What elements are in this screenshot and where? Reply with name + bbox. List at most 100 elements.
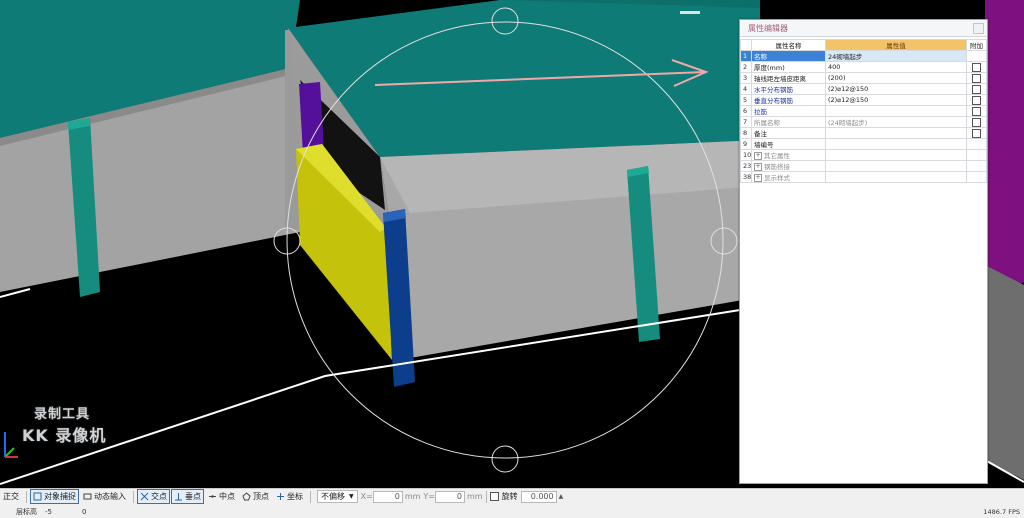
property-row[interactable]: 2 厚度(mm) 400 bbox=[740, 61, 987, 73]
attach-checkbox[interactable] bbox=[972, 106, 981, 116]
attach-cell bbox=[966, 50, 987, 62]
close-icon[interactable] bbox=[973, 23, 984, 34]
property-row[interactable]: 3 轴线距左墙皮距离 (200) bbox=[740, 72, 987, 84]
property-name-text: 厚度(mm) bbox=[754, 64, 785, 72]
property-value[interactable] bbox=[825, 127, 967, 139]
property-value[interactable]: (2)⌀12@150 bbox=[825, 94, 967, 106]
rotate-checkbox[interactable] bbox=[489, 492, 499, 501]
snap-toolbar: 正交 对象捕捉 动态输入 交点 垂点 中点 顶点 坐标 不偏移 ▼ X= 0 m… bbox=[0, 489, 563, 504]
attach-cell bbox=[966, 127, 987, 139]
attach-cell bbox=[966, 61, 987, 73]
row-number: 1 bbox=[740, 50, 752, 62]
expand-icon[interactable]: + bbox=[754, 163, 762, 171]
offset-mode-dropdown[interactable]: 不偏移 ▼ bbox=[317, 490, 358, 503]
property-name-text: 名称 bbox=[754, 53, 767, 61]
property-name-text: 水平分布钢筋 bbox=[754, 86, 793, 94]
attach-checkbox[interactable] bbox=[972, 84, 981, 94]
row-number: 10 bbox=[740, 149, 752, 161]
property-name-text: 钢筋搭接 bbox=[764, 163, 790, 171]
property-name-text: 拉筋 bbox=[754, 108, 767, 116]
attach-checkbox[interactable] bbox=[972, 95, 981, 105]
property-row[interactable]: 38 + 显示样式 bbox=[740, 171, 987, 183]
property-row[interactable]: 5 垂直分布钢筋 (2)⌀12@150 bbox=[740, 94, 987, 106]
ortho-button[interactable]: 正交 bbox=[0, 489, 22, 504]
property-row[interactable]: 10 + 其它属性 bbox=[740, 149, 987, 161]
property-name: 墙编号 bbox=[751, 138, 826, 150]
property-name: + 其它属性 bbox=[751, 149, 826, 161]
status-row: 层标高 -5 0 bbox=[0, 506, 86, 517]
floor-elevation-value: -5 bbox=[45, 507, 52, 516]
attach-cell bbox=[966, 138, 987, 150]
axis-indicator-icon bbox=[4, 432, 18, 458]
property-value[interactable]: 400 bbox=[825, 61, 967, 73]
row-number-header bbox=[740, 39, 752, 51]
midpoint-snap-button[interactable]: 中点 bbox=[205, 489, 238, 504]
divider bbox=[26, 490, 27, 503]
y-input[interactable]: 0 bbox=[435, 490, 465, 503]
divider bbox=[485, 490, 487, 503]
intersection-snap-button[interactable]: 交点 bbox=[137, 489, 170, 504]
attach-cell bbox=[966, 72, 987, 84]
rotate-spinner-icon[interactable]: ▲ bbox=[559, 493, 564, 500]
property-name: + 显示样式 bbox=[751, 171, 826, 183]
vertex-snap-button[interactable]: 顶点 bbox=[239, 489, 272, 504]
property-name: 名称 bbox=[751, 50, 826, 62]
property-row[interactable]: 9 墙编号 bbox=[740, 138, 987, 150]
purple-column bbox=[299, 82, 324, 155]
object-snap-icon bbox=[33, 492, 42, 501]
vertex-icon bbox=[242, 492, 251, 501]
property-name-text: 备注 bbox=[754, 130, 767, 138]
panel-titlebar[interactable]: 属性编辑器 bbox=[740, 20, 987, 37]
attach-cell bbox=[966, 116, 987, 128]
row-number: 23 bbox=[740, 160, 752, 172]
attach-cell bbox=[966, 105, 987, 117]
ortho-label: 正交 bbox=[3, 492, 19, 501]
property-row[interactable]: 6 拉筋 bbox=[740, 105, 987, 117]
property-value[interactable] bbox=[825, 149, 967, 161]
expand-icon[interactable]: + bbox=[754, 174, 762, 182]
property-value[interactable] bbox=[825, 160, 967, 172]
row-number: 2 bbox=[740, 61, 752, 73]
intersection-label: 交点 bbox=[151, 492, 167, 501]
property-table: 属性名称 属性值 附加 1 名称 24砌墙起步 2 厚度(mm) 400 3 轴线距左墙皮距离… bbox=[740, 39, 987, 183]
row-number: 3 bbox=[740, 72, 752, 84]
dynamic-input-label: 动态输入 bbox=[94, 492, 126, 501]
watermark-line2: KK 录像机 bbox=[22, 426, 107, 445]
property-value[interactable]: 24砌墙起步 bbox=[825, 50, 967, 62]
fps-counter: 1486.7 FPS bbox=[983, 508, 1020, 516]
rotate-input[interactable]: 0.000 bbox=[520, 490, 557, 503]
property-name-text: 垂直分布钢筋 bbox=[754, 97, 793, 105]
object-snap-button[interactable]: 对象捕捉 bbox=[30, 489, 79, 504]
row-number: 38 bbox=[740, 171, 752, 183]
attach-cell bbox=[966, 149, 987, 161]
attach-checkbox[interactable] bbox=[972, 62, 981, 72]
attach-checkbox[interactable] bbox=[972, 128, 981, 138]
property-row[interactable]: 23 + 钢筋搭接 bbox=[740, 160, 987, 172]
property-value[interactable]: (24砌墙起步) bbox=[825, 116, 967, 128]
coordinate-label: 坐标 bbox=[287, 492, 303, 501]
watermark-line1: 录制工具 bbox=[34, 407, 91, 422]
coordinate-icon bbox=[277, 493, 284, 500]
property-value[interactable]: (2)⌀12@150 bbox=[825, 83, 967, 95]
expand-icon[interactable]: + bbox=[754, 152, 762, 160]
property-row[interactable]: 4 水平分布钢筋 (2)⌀12@150 bbox=[740, 83, 987, 95]
property-row[interactable]: 1 名称 24砌墙起步 bbox=[740, 50, 987, 62]
property-value[interactable] bbox=[825, 105, 967, 117]
attach-checkbox[interactable] bbox=[972, 73, 981, 83]
perpendicular-snap-button[interactable]: 垂点 bbox=[171, 489, 204, 504]
property-row[interactable]: 8 备注 bbox=[740, 127, 987, 139]
property-name: 所属名称 bbox=[751, 116, 826, 128]
divider bbox=[310, 490, 311, 503]
coordinate-snap-button[interactable]: 坐标 bbox=[273, 489, 306, 504]
property-row[interactable]: 7 所属名称 (24砌墙起步) bbox=[740, 116, 987, 128]
perpendicular-label: 垂点 bbox=[185, 492, 201, 501]
property-value[interactable] bbox=[825, 171, 967, 183]
attach-checkbox[interactable] bbox=[972, 117, 981, 127]
property-value[interactable] bbox=[825, 138, 967, 150]
divider bbox=[133, 490, 134, 503]
x-input[interactable]: 0 bbox=[372, 490, 403, 503]
y-coordinate-field: Y= 0 mm bbox=[423, 490, 483, 503]
dynamic-input-button[interactable]: 动态输入 bbox=[80, 489, 129, 504]
property-value[interactable]: (200) bbox=[825, 72, 967, 84]
x-label: X= bbox=[360, 492, 373, 501]
